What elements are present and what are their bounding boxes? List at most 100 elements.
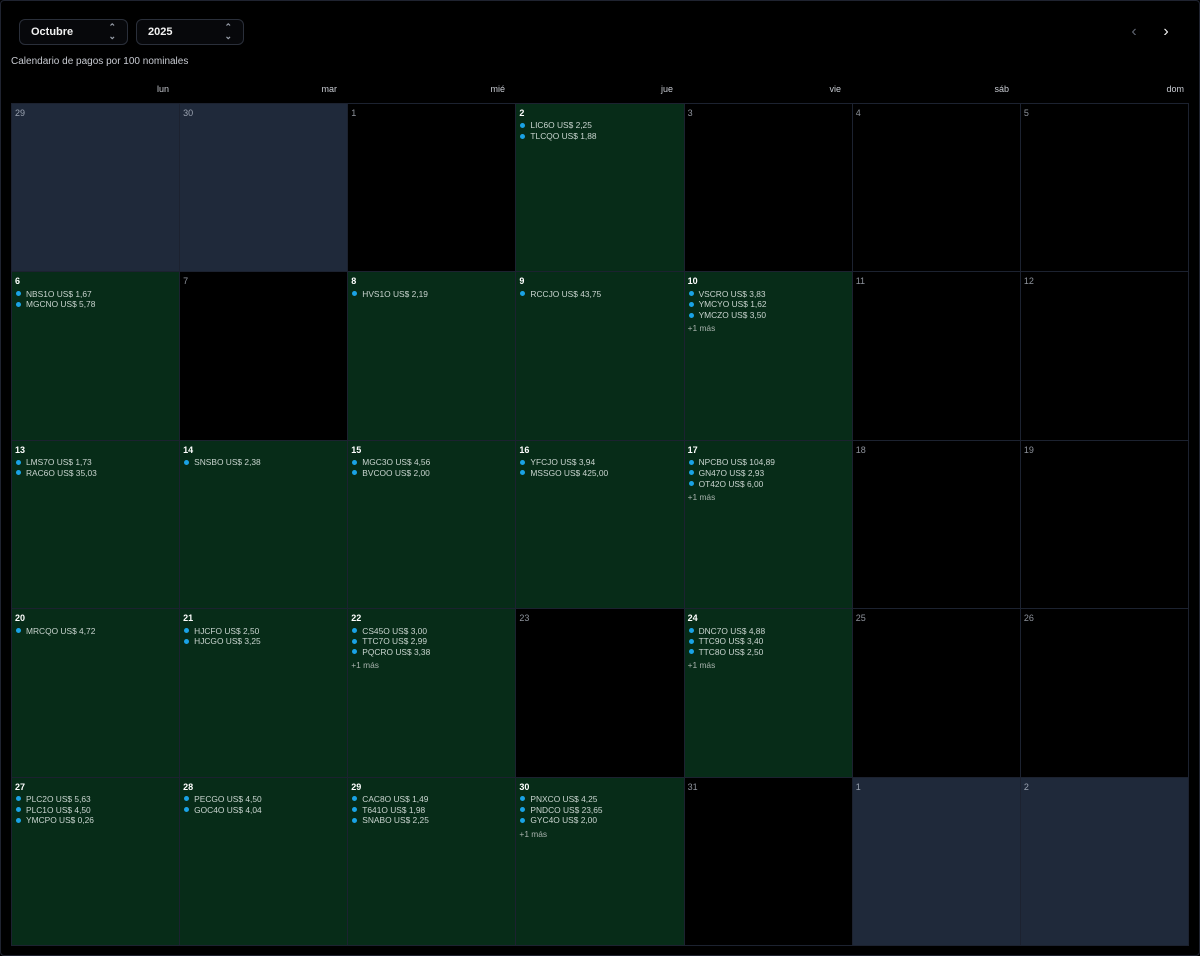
payment-item[interactable]: T641O US$ 1,98 xyxy=(351,804,512,815)
day-cell[interactable]: 18 xyxy=(852,440,1021,610)
day-cell[interactable]: 1 xyxy=(852,777,1021,946)
day-cell[interactable]: 26 xyxy=(1020,609,1189,778)
payment-dot-icon xyxy=(688,628,694,634)
more-payments-link[interactable]: +1 más xyxy=(688,492,849,502)
day-number: 1 xyxy=(351,108,357,118)
day-cell[interactable]: 19 xyxy=(1020,440,1189,610)
payment-item[interactable]: PECGO US$ 4,50 xyxy=(183,794,344,805)
payment-item[interactable]: PLC1O US$ 4,50 xyxy=(15,804,176,815)
payment-item[interactable]: YMCPO US$ 0,26 xyxy=(15,815,176,826)
day-cell[interactable]: 25 xyxy=(852,609,1021,778)
payment-item[interactable]: HJCFO US$ 2,50 xyxy=(183,625,344,636)
payment-label: GYC4O US$ 2,00 xyxy=(530,815,597,826)
payment-item[interactable]: LIC6O US$ 2,25 xyxy=(519,120,680,131)
payment-item[interactable]: BVCOO US$ 2,00 xyxy=(351,467,512,478)
payment-item[interactable]: PNXCO US$ 4,25 xyxy=(519,794,680,805)
payment-item[interactable]: YFCJO US$ 3,94 xyxy=(519,457,680,468)
previous-month-button[interactable]: ‹ xyxy=(1125,23,1143,41)
payment-item[interactable]: NBS1O US$ 1,67 xyxy=(15,288,176,299)
payment-dot-icon xyxy=(352,470,358,476)
day-cell[interactable]: 29 CAC8O US$ 1,49 T641O US$ 1,98 SNABO US$ … xyxy=(348,777,517,946)
day-cell[interactable]: 13 LMS7O US$ 1,73 RAC6O US$ 35,03 xyxy=(12,440,181,610)
day-cell[interactable]: 22 CS45O US$ 3,00 TTC7O US$ 2,99 PQCRO US$ … xyxy=(348,609,517,778)
payment-item[interactable]: HJCGO US$ 3,25 xyxy=(183,636,344,647)
day-cell[interactable]: 7 xyxy=(180,272,349,441)
day-cell[interactable]: 21 HJCFO US$ 2,50 HJCGO US$ 3,25 xyxy=(180,609,349,778)
month-select[interactable]: Octubre ⌃ ⌄ xyxy=(19,19,128,45)
day-cell[interactable]: 29 xyxy=(12,104,181,273)
payment-item[interactable]: SNABO US$ 2,25 xyxy=(351,815,512,826)
chevron-right-icon: › xyxy=(1163,23,1169,40)
payment-item[interactable]: MSSGO US$ 425,00 xyxy=(519,467,680,478)
payment-item[interactable]: SNSBO US$ 2,38 xyxy=(183,457,344,468)
payment-dot-icon xyxy=(520,133,526,139)
day-number: 20 xyxy=(15,613,26,624)
payment-item[interactable]: CAC8O US$ 1,49 xyxy=(351,794,512,805)
day-cell[interactable]: 30 xyxy=(180,104,349,273)
day-cell[interactable]: 16 YFCJO US$ 3,94 MSSGO US$ 425,00 xyxy=(516,440,685,610)
day-cell[interactable]: 9 RCCJO US$ 43,75 xyxy=(516,272,685,441)
more-payments-link[interactable]: +1 más xyxy=(688,660,849,670)
payment-item[interactable]: TTC9O US$ 3,40 xyxy=(688,636,849,647)
day-cell[interactable]: 10 VSCRO US$ 3,83 YMCYO US$ 1,62 YMCZO US$ … xyxy=(684,272,853,441)
payment-item[interactable]: VSCRO US$ 3,83 xyxy=(688,288,849,299)
payment-item[interactable]: NPCBO US$ 104,89 xyxy=(688,457,849,468)
next-month-button[interactable]: › xyxy=(1157,23,1175,41)
day-cell[interactable]: 24 DNC7O US$ 4,88 TTC9O US$ 3,40 TTC8O US$ … xyxy=(684,609,853,778)
payment-label: HJCGO US$ 3,25 xyxy=(194,636,261,647)
day-cell[interactable]: 3 xyxy=(684,104,853,273)
payment-item[interactable]: RAC6O US$ 35,03 xyxy=(15,467,176,478)
day-cell[interactable]: 12 xyxy=(1020,272,1189,441)
payment-item[interactable]: GYC4O US$ 2,00 xyxy=(519,815,680,826)
payment-label: MRCQO US$ 4,72 xyxy=(26,625,96,636)
payment-item[interactable]: PLC2O US$ 5,63 xyxy=(15,794,176,805)
payment-item[interactable]: GOC4O US$ 4,04 xyxy=(183,804,344,815)
day-cell[interactable]: 4 xyxy=(852,104,1021,273)
day-number: 23 xyxy=(519,613,530,624)
payment-item[interactable]: LMS7O US$ 1,73 xyxy=(15,457,176,468)
payment-item[interactable]: CS45O US$ 3,00 xyxy=(351,625,512,636)
day-cell[interactable]: 11 xyxy=(852,272,1021,441)
payment-item[interactable]: MGC3O US$ 4,56 xyxy=(351,457,512,468)
payment-item[interactable]: YMCZO US$ 3,50 xyxy=(688,310,849,321)
payment-item[interactable]: MGCNO US$ 5,78 xyxy=(15,299,176,310)
payment-item[interactable]: TLCQO US$ 1,88 xyxy=(519,131,680,142)
payment-item[interactable]: GN47O US$ 2,93 xyxy=(688,467,849,478)
payment-label: NPCBO US$ 104,89 xyxy=(698,457,775,468)
day-cell[interactable]: 28 PECGO US$ 4,50 GOC4O US$ 4,04 xyxy=(180,777,349,946)
day-cell[interactable]: 17 NPCBO US$ 104,89 GN47O US$ 2,93 OT42O US… xyxy=(684,440,853,610)
payment-item[interactable]: PQCRO US$ 3,38 xyxy=(351,647,512,658)
payment-item[interactable]: HVS1O US$ 2,19 xyxy=(351,288,512,299)
payment-item[interactable]: TTC7O US$ 2,99 xyxy=(351,636,512,647)
day-cell[interactable]: 6 NBS1O US$ 1,67 MGCNO US$ 5,78 xyxy=(12,272,181,441)
payment-item[interactable]: YMCYO US$ 1,62 xyxy=(688,299,849,310)
day-cell[interactable]: 1 xyxy=(348,104,517,273)
day-cell[interactable]: 23 xyxy=(516,609,685,778)
day-cell[interactable]: 2 xyxy=(1020,777,1189,946)
more-payments-link[interactable]: +1 más xyxy=(351,660,512,670)
more-payments-link[interactable]: +1 más xyxy=(519,829,680,839)
day-cell[interactable]: 15 MGC3O US$ 4,56 BVCOO US$ 2,00 xyxy=(348,440,517,610)
payment-item[interactable]: OT42O US$ 6,00 xyxy=(688,478,849,489)
day-cell[interactable]: 5 xyxy=(1020,104,1189,273)
weekday-label: dom xyxy=(1166,84,1184,94)
year-select[interactable]: 2025 ⌃ ⌄ xyxy=(136,19,244,45)
payment-label: PQCRO US$ 3,38 xyxy=(362,646,431,657)
day-cell[interactable]: 8 HVS1O US$ 2,19 xyxy=(348,272,517,441)
payment-label: PLC2O US$ 5,63 xyxy=(26,793,91,804)
payment-label: LMS7O US$ 1,73 xyxy=(26,457,92,468)
day-cell[interactable]: 14 SNSBO US$ 2,38 xyxy=(180,440,349,610)
payment-item[interactable]: DNC7O US$ 4,88 xyxy=(688,625,849,636)
day-cell[interactable]: 30 PNXCO US$ 4,25 PNDCO US$ 23,65 GYC4O US$… xyxy=(516,777,685,946)
payment-label: NBS1O US$ 1,67 xyxy=(26,288,92,299)
payment-item[interactable]: MRCQO US$ 4,72 xyxy=(15,625,176,636)
day-cell[interactable]: 2 LIC6O US$ 2,25 TLCQO US$ 1,88 xyxy=(516,104,685,273)
payment-item[interactable]: PNDCO US$ 23,65 xyxy=(519,804,680,815)
more-payments-link[interactable]: +1 más xyxy=(688,323,849,333)
payment-label: YMCYO US$ 1,62 xyxy=(698,299,767,310)
day-cell[interactable]: 27 PLC2O US$ 5,63 PLC1O US$ 4,50 YMCPO US$ … xyxy=(12,777,181,946)
payment-item[interactable]: RCCJO US$ 43,75 xyxy=(519,288,680,299)
day-cell[interactable]: 31 xyxy=(684,777,853,946)
day-cell[interactable]: 20 MRCQO US$ 4,72 xyxy=(12,609,181,778)
payment-item[interactable]: TTC8O US$ 2,50 xyxy=(688,647,849,658)
